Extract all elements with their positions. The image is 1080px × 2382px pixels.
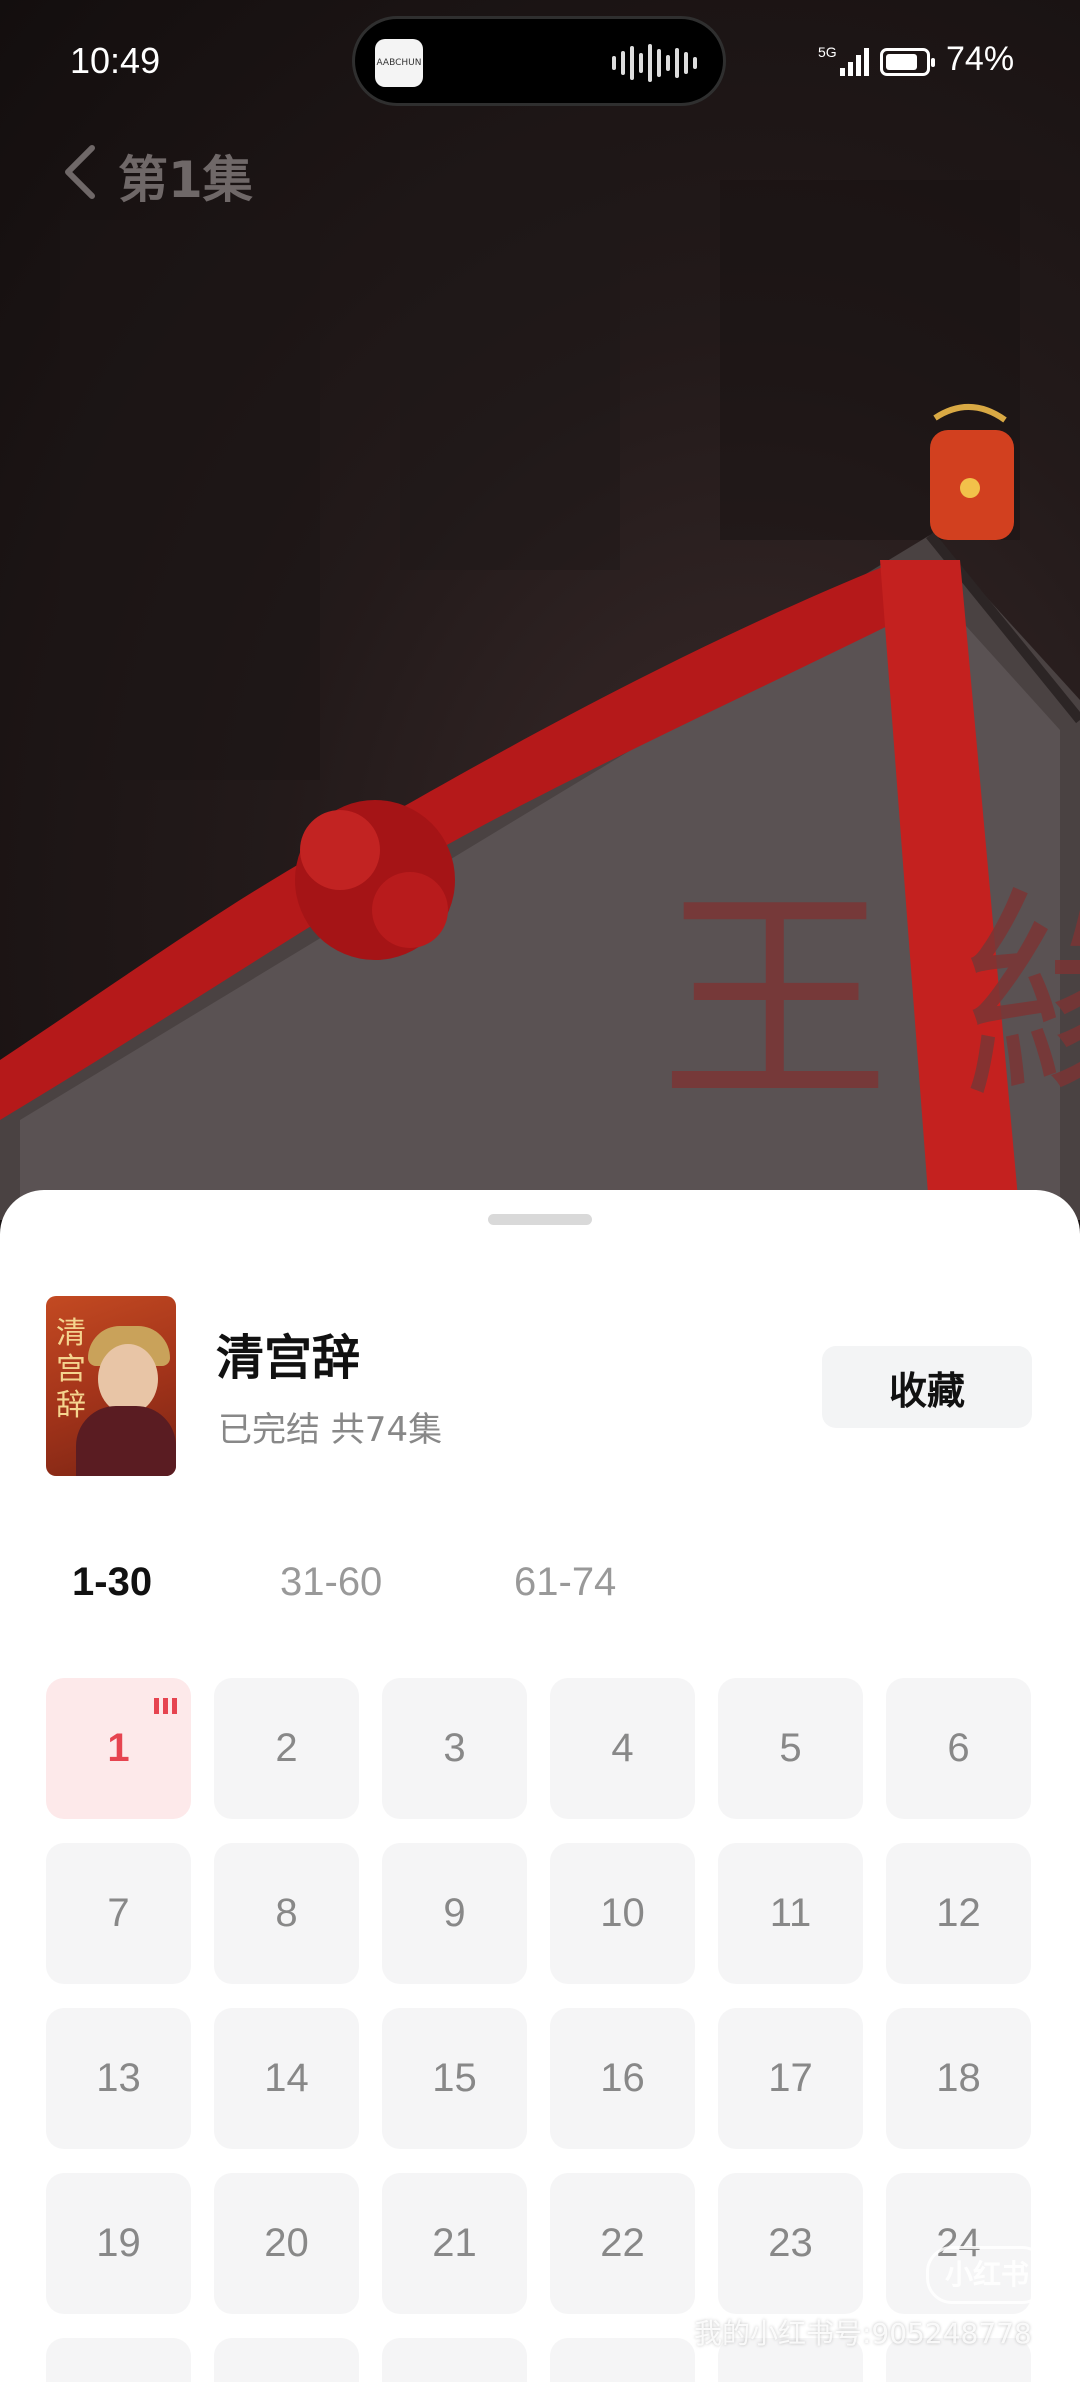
episode-cell[interactable]: 3 [382, 1678, 527, 1819]
episode-number: 5 [779, 1726, 802, 1770]
episode-cell[interactable]: 15 [382, 2008, 527, 2149]
episode-number: 10 [600, 1891, 645, 1935]
episode-number: 11 [769, 1891, 812, 1935]
episode-cell[interactable]: 13 [46, 2008, 191, 2149]
episode-cell[interactable]: 12 [886, 1843, 1031, 1984]
episode-cell[interactable]: 22 [550, 2173, 695, 2314]
episode-cell[interactable]: 25 [46, 2338, 191, 2382]
drama-poster: 清宫辞 [46, 1296, 176, 1476]
episode-cell[interactable]: 21 [382, 2173, 527, 2314]
episode-number: 8 [275, 1891, 298, 1935]
episode-number: 14 [264, 2056, 309, 2100]
plaque-text: 王 緣 [660, 868, 1080, 1135]
episode-cell[interactable]: 10 [550, 1843, 695, 1984]
episode-number: 3 [443, 1726, 466, 1770]
watermark-text: 我的小红书号:905248778 [694, 2317, 1032, 2350]
now-playing-icon [154, 1696, 177, 1714]
audio-wave-icon [612, 43, 697, 83]
episode-cell[interactable]: 5 [718, 1678, 863, 1819]
episode-cell[interactable]: 8 [214, 1843, 359, 1984]
episode-cell[interactable]: 20 [214, 2173, 359, 2314]
drama-title: 清宫辞 [216, 1330, 361, 1386]
episode-cell[interactable]: 27 [382, 2338, 527, 2382]
episode-cell[interactable]: 16 [550, 2008, 695, 2149]
battery-icon [880, 48, 935, 76]
status-bar: 10:49 AABCHUN 5G 74% [0, 0, 1080, 120]
episode-cell[interactable]: 14 [214, 2008, 359, 2149]
range-tabs: 1-30 31-60 61-74 [0, 1560, 1080, 1620]
episode-cell[interactable]: 28 [550, 2338, 695, 2382]
episode-number: 7 [107, 1891, 130, 1935]
favorite-button[interactable]: 收藏 [822, 1346, 1032, 1428]
episode-cell[interactable]: 4 [550, 1678, 695, 1819]
episode-cell[interactable]: 17 [718, 2008, 863, 2149]
app-icon: AABCHUN [375, 39, 423, 87]
episode-cell[interactable]: 18 [886, 2008, 1031, 2149]
episode-cell[interactable]: 1 [46, 1678, 191, 1819]
episode-cell[interactable]: 7 [46, 1843, 191, 1984]
watermark-logo: 小红书 [926, 2246, 1048, 2304]
episode-number: 22 [600, 2221, 645, 2265]
episode-number: 19 [96, 2221, 141, 2265]
episode-number: 20 [264, 2221, 309, 2265]
signal-icon: 5G [818, 44, 869, 76]
tab-range-1-30[interactable]: 1-30 [72, 1560, 152, 1605]
svg-text:5G: 5G [818, 44, 837, 60]
status-time: 10:49 [70, 40, 161, 81]
episode-number: 4 [611, 1726, 634, 1770]
episode-number: 2 [275, 1726, 298, 1770]
dynamic-island[interactable]: AABCHUN [352, 16, 726, 106]
episode-number: 1 [107, 1726, 130, 1770]
poster-title-text: 清宫辞 [56, 1316, 86, 1423]
episode-number: 17 [768, 2056, 813, 2100]
episode-cell[interactable]: 6 [886, 1678, 1031, 1819]
episode-cell[interactable]: 26 [214, 2338, 359, 2382]
episode-number: 16 [600, 2056, 645, 2100]
tab-range-61-74[interactable]: 61-74 [514, 1560, 616, 1605]
episode-number: 9 [443, 1891, 466, 1935]
episode-number: 13 [96, 2056, 141, 2100]
episode-number: 18 [936, 2056, 981, 2100]
episode-cell[interactable]: 19 [46, 2173, 191, 2314]
episode-cell[interactable]: 9 [382, 1843, 527, 1984]
episode-cell[interactable]: 2 [214, 1678, 359, 1819]
episode-number: 15 [432, 2056, 477, 2100]
sheet-handle[interactable] [488, 1214, 592, 1225]
episode-number: 23 [768, 2221, 813, 2265]
drama-status: 已完结 共74集 [218, 1410, 443, 1450]
episode-number: 12 [936, 1891, 981, 1935]
back-arrow-icon[interactable] [56, 142, 106, 202]
episode-number: 6 [947, 1726, 970, 1770]
episode-cell[interactable]: 11 [718, 1843, 863, 1984]
battery-percent: 74% [946, 40, 1015, 78]
tab-range-31-60[interactable]: 31-60 [280, 1560, 382, 1605]
episode-sheet: 清宫辞 清宫辞 已完结 共74集 收藏 1-30 31-60 61-74 123… [0, 1190, 1080, 2382]
episode-number: 21 [432, 2221, 477, 2265]
episode-cell[interactable]: 23 [718, 2173, 863, 2314]
episode-title: 第1集 [118, 151, 253, 209]
